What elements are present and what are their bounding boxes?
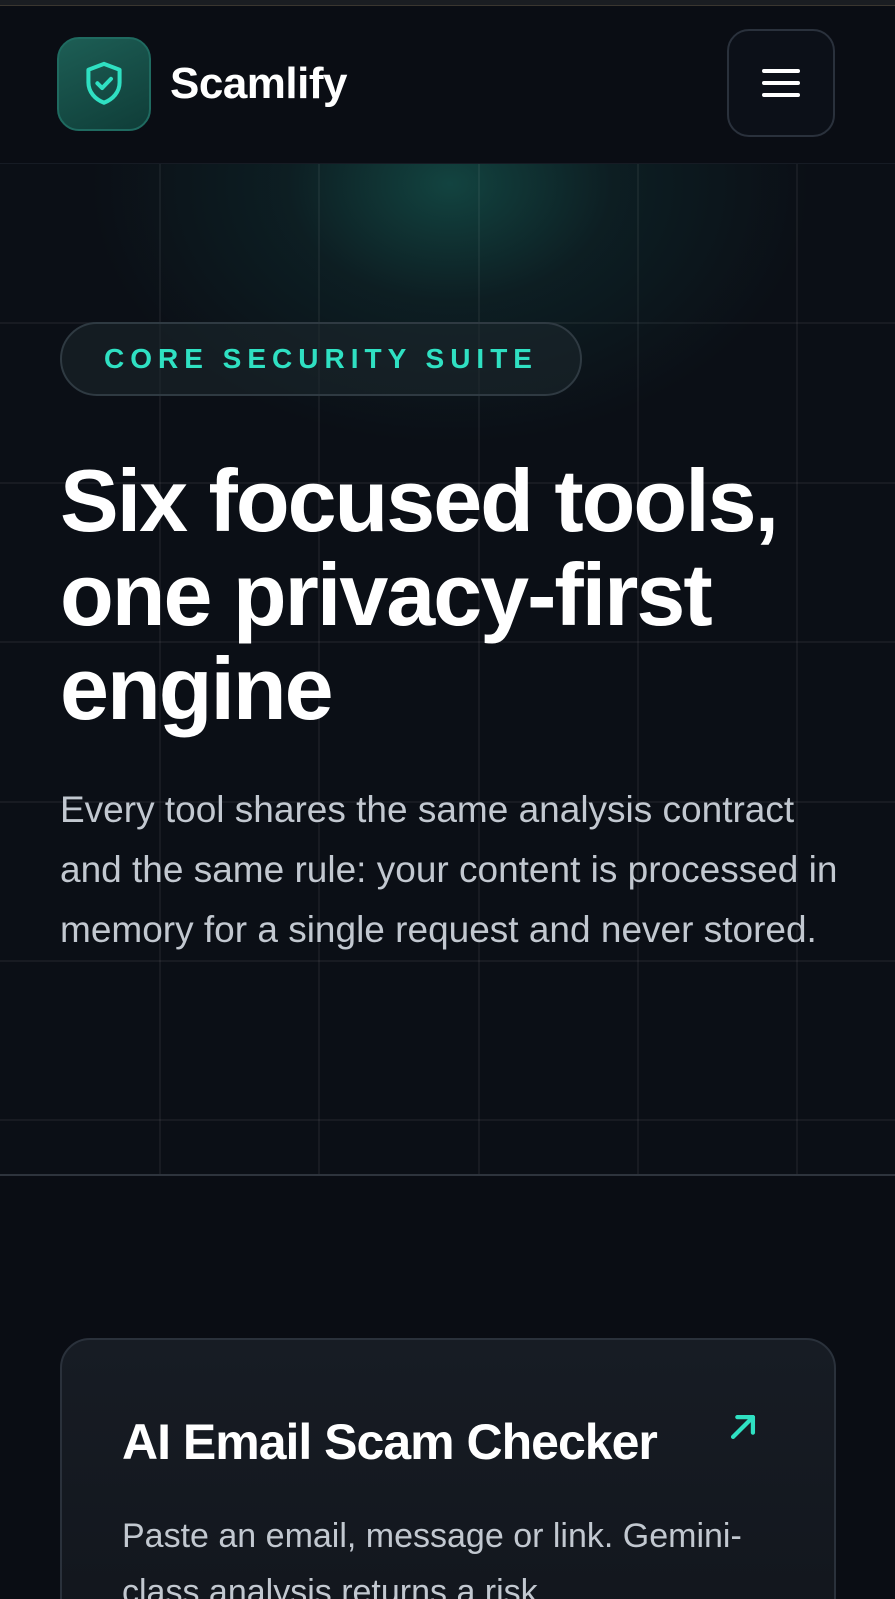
hamburger-menu-icon xyxy=(762,69,800,97)
tool-card-title: AI Email Scam Checker xyxy=(122,1414,658,1470)
tool-card-description: Paste an email, message or link. Gemini-… xyxy=(122,1517,742,1599)
tool-card-email-scam-checker[interactable]: AI Email Scam Checker Paste an email, me… xyxy=(60,1338,836,1599)
page: Scamlify CORE SECURITY SUITE Six focused… xyxy=(0,0,895,1599)
site-header: Scamlify xyxy=(0,6,895,164)
logo-badge[interactable] xyxy=(57,37,151,131)
eyebrow-label: CORE SECURITY SUITE xyxy=(104,343,538,374)
hero-section: CORE SECURITY SUITE Six focused tools, o… xyxy=(0,164,895,1176)
eyebrow-pill: CORE SECURITY SUITE xyxy=(60,322,582,396)
brand-name[interactable]: Scamlify xyxy=(170,58,347,110)
hero-description: Every tool shares the same analysis cont… xyxy=(60,789,838,950)
arrow-up-right-icon[interactable] xyxy=(726,1410,760,1444)
hero-title: Six focused tools, one privacy-first eng… xyxy=(60,451,779,738)
shield-check-icon xyxy=(86,61,122,105)
menu-button[interactable] xyxy=(727,29,835,137)
